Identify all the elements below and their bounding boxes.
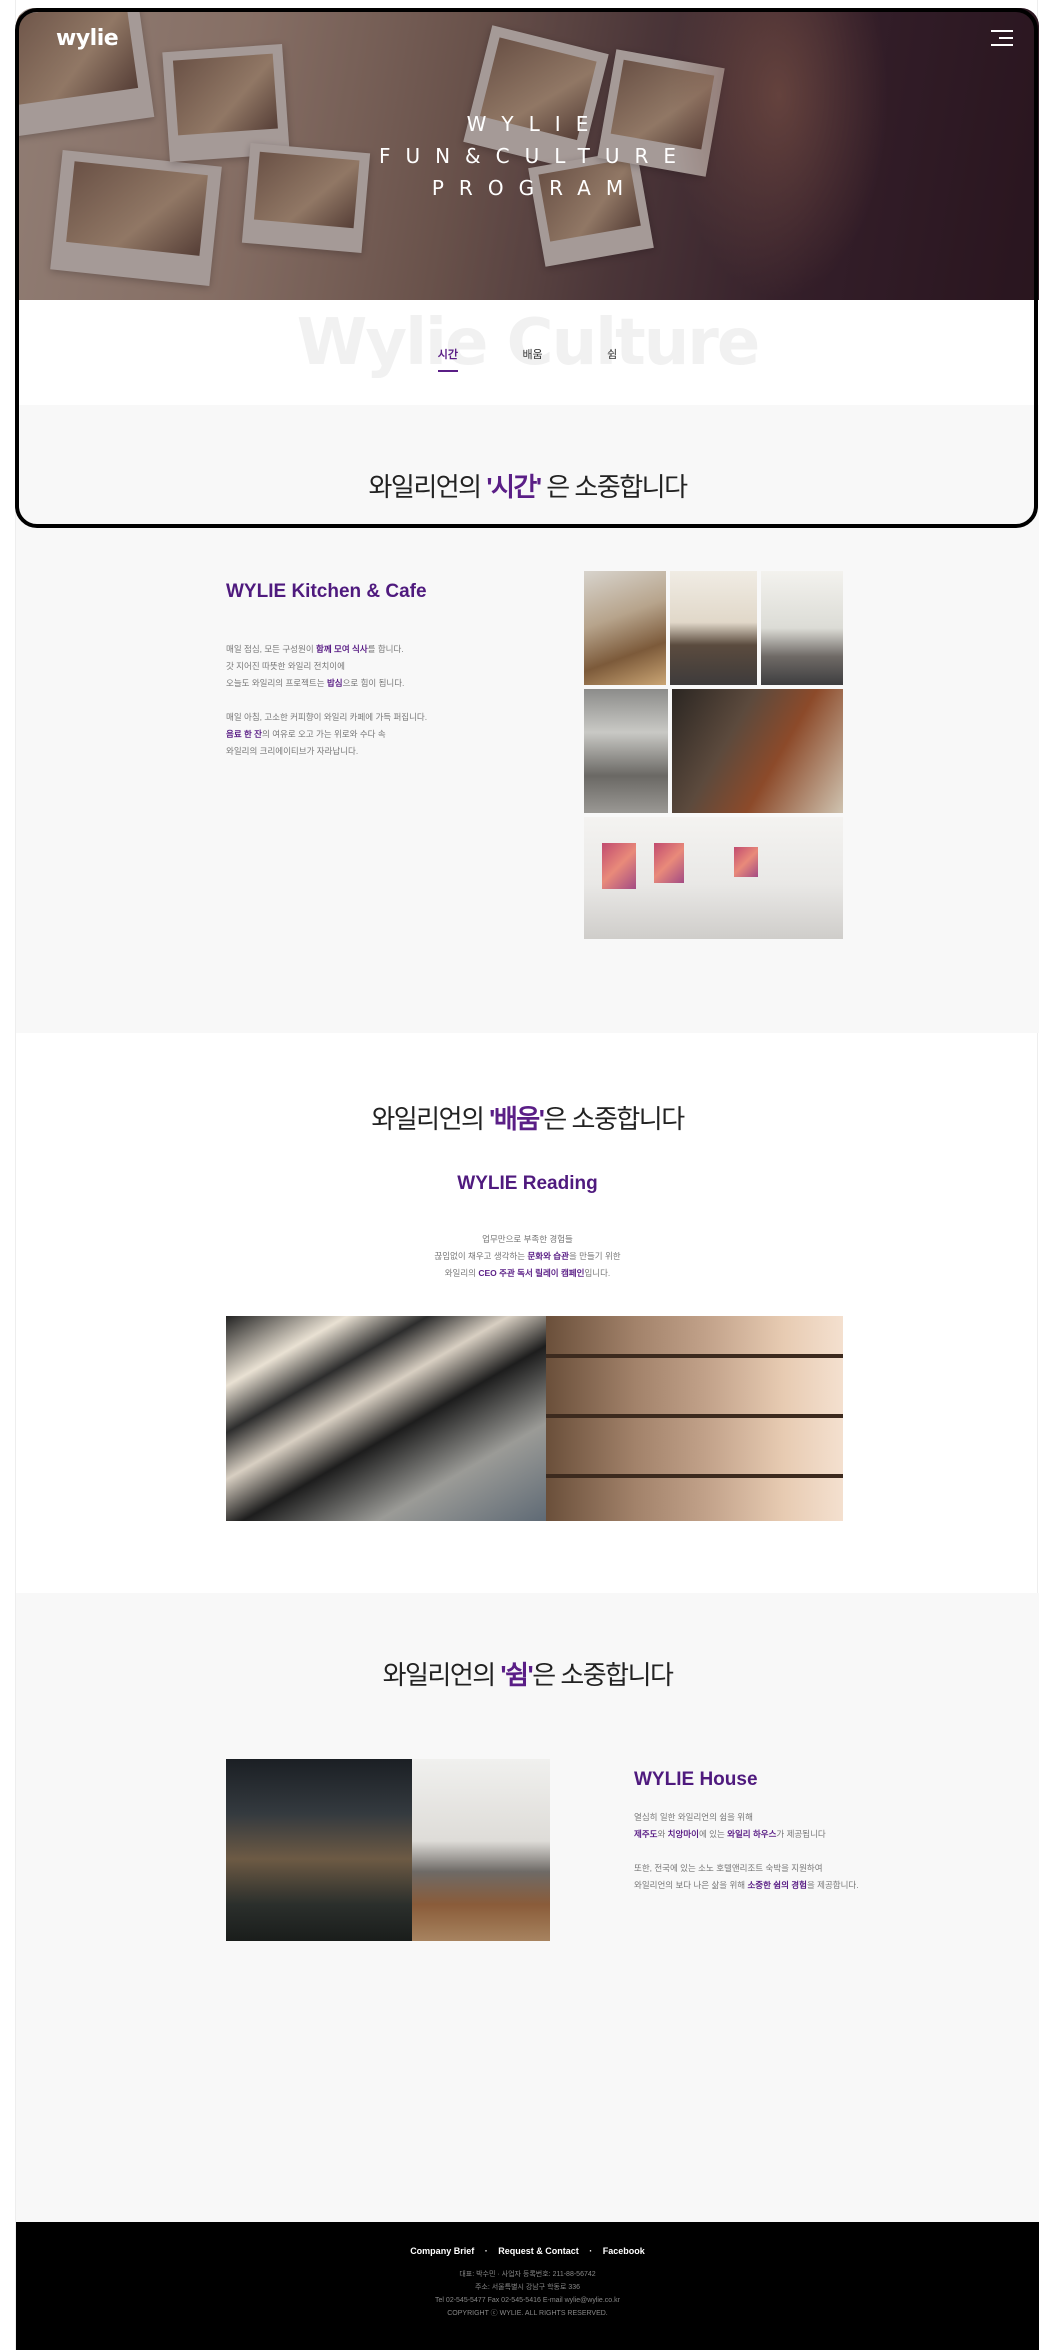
- footer-info-line: Tel 02-545-5477 Fax 02-545-5416 E-mail w…: [435, 2297, 620, 2304]
- hero-title-line: WYLIE: [466, 112, 604, 136]
- footer-link-facebook[interactable]: Facebook: [603, 2246, 645, 2256]
- feature-title: WYLIE Kitchen & Cafe: [226, 581, 427, 602]
- footer: Company Brief · Request & Contact · Face…: [16, 2222, 1039, 2350]
- hero-banner: wylie WYLIE FUN&CULTURE PROGRAM: [16, 8, 1039, 300]
- footer-link-company-brief[interactable]: Company Brief: [410, 2246, 474, 2256]
- section-time: 와일리언의 '시간' 은 소중합니다 WYLIE Kitchen & Cafe …: [16, 405, 1039, 1033]
- footer-info-line: 주소: 서울특별시 강남구 학동로 336: [474, 2284, 581, 2291]
- feature-description: 매일 점심, 모든 구성원이 함께 모여 식사를 합니다. 갓 지어진 따뜻한 …: [226, 641, 486, 760]
- desc-line: 와일리언의 보다 나은 삶을 위해 소중한 쉼의 경험을 제공합니다.: [634, 1880, 859, 1890]
- footer-link-request-contact[interactable]: Request & Contact: [498, 2246, 579, 2256]
- house-photo-exterior: [226, 1759, 412, 1941]
- desc-line: 와일리의 크리에이티브가 자라납니다.: [226, 746, 359, 756]
- page: wylie WYLIE FUN&CULTURE PROGRAM Wylie Cu…: [15, 0, 1039, 2350]
- reading-photo-shelf: [546, 1316, 843, 1521]
- hero-title: WYLIE FUN&CULTURE PROGRAM: [16, 108, 1039, 204]
- desc-line: 와일리의 CEO 주관 독서 릴레이 캠페인입니다.: [444, 1268, 611, 1278]
- cafe-photo-table: [672, 689, 843, 813]
- kitchen-photo-food: [584, 571, 666, 685]
- desc-line: 끊임없이 채우고 생각하는 문화와 습관을 만들기 위한: [434, 1251, 621, 1261]
- tab-rest[interactable]: 쉼: [607, 346, 617, 370]
- desc-line: 오늘도 와일리의 프로젝트는 밥심으로 힘이 됩니다.: [226, 678, 405, 688]
- desc-line: 제주도와 치앙마이에 있는 와일리 하우스가 제공됩니다: [634, 1829, 826, 1839]
- footer-info-line: 대표: 박수민 · 사업자 등록번호: 211-88-56742: [459, 2271, 596, 2278]
- feature-title: WYLIE Reading: [457, 1173, 598, 1194]
- house-photo-interior: [412, 1759, 550, 1941]
- cafe-photo-interior: [584, 689, 668, 813]
- footer-info-line: COPYRIGHT ⓒ WYLIE. ALL RIGHTS RESERVED.: [447, 2310, 608, 2317]
- desc-line: 매일 점심, 모든 구성원이 함께 모여 식사를 합니다.: [226, 644, 404, 654]
- section-title: 와일리언의 '시간' 은 소중합니다: [368, 472, 688, 502]
- feature-description: 업무만으로 부족한 경험들 끊임없이 채우고 생각하는 문화와 습관을 만들기 …: [16, 1231, 1039, 1282]
- hero-title-line: PROGRAM: [431, 176, 639, 200]
- kitchen-photo-dining: [670, 571, 757, 685]
- footer-separator: ·: [589, 2246, 593, 2256]
- section-title: 와일리언의 '쉼'은 소중합니다: [382, 1660, 674, 1690]
- desc-line: 또한, 전국에 있는 소노 호텔앤리조트 숙박을 지원하여: [634, 1863, 823, 1873]
- tab-time[interactable]: 시간: [437, 346, 458, 372]
- logo[interactable]: wylie: [56, 26, 119, 51]
- hero-title-line: FUN&CULTURE: [378, 144, 692, 168]
- section-learn: 와일리언의 '배움'은 소중합니다 WYLIE Reading 업무만으로 부족…: [16, 1033, 1039, 1593]
- tab-learn[interactable]: 배움: [522, 346, 542, 370]
- footer-info: 대표: 박수민 · 사업자 등록번호: 211-88-56742 주소: 서울특…: [16, 2268, 1039, 2320]
- feature-description: 열심히 일한 와일리언의 쉼을 위해 제주도와 치앙마이에 있는 와일리 하우스…: [634, 1809, 934, 1894]
- hamburger-menu-icon[interactable]: [991, 30, 1013, 46]
- desc-line: 업무만으로 부족한 경험들: [482, 1234, 573, 1244]
- footer-separator: ·: [484, 2246, 488, 2256]
- cafe-photo-gallery: [584, 817, 843, 939]
- desc-line: 갓 지어진 따뜻한 와일리 전치이에: [226, 661, 345, 671]
- section-rest: 와일리언의 '쉼'은 소중합니다 WYLIE House 열심히 일한 와일리언…: [16, 1593, 1039, 2222]
- desc-line: 매일 아침, 고소한 커피향이 와일리 카페에 가득 퍼집니다.: [226, 712, 428, 722]
- reading-photo-books: [226, 1316, 546, 1521]
- footer-links: Company Brief · Request & Contact · Face…: [16, 2246, 1039, 2256]
- section-title: 와일리언의 '배움'은 소중합니다: [371, 1104, 685, 1134]
- tab-bar: Wylie Culture 시간 배움 쉼: [16, 300, 1039, 405]
- desc-line: 음료 한 잔의 여유로 오고 가는 위로와 수다 속: [226, 729, 386, 739]
- desc-line: 열심히 일한 와일리언의 쉼을 위해: [634, 1812, 753, 1822]
- kitchen-photo-hall: [761, 571, 843, 685]
- feature-title: WYLIE House: [634, 1769, 758, 1790]
